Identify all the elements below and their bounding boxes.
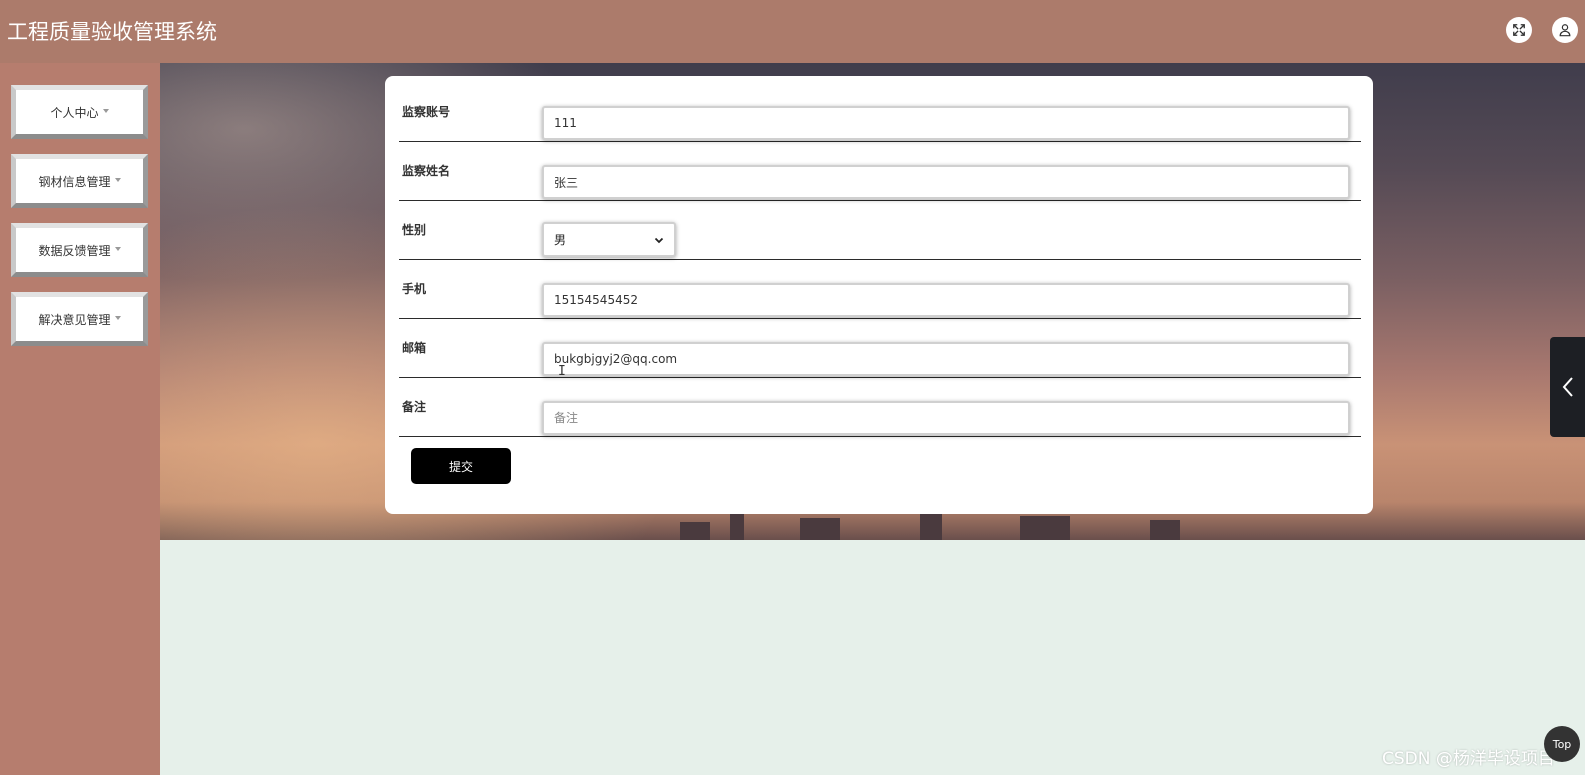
phone-input[interactable] — [542, 283, 1350, 317]
sidebar-item-solutions[interactable]: 解决意见管理 — [11, 292, 148, 346]
fullscreen-button[interactable] — [1506, 17, 1532, 43]
form-row-gender: 性别 男 — [399, 201, 1361, 260]
name-input[interactable] — [542, 165, 1350, 199]
skyline-building — [800, 518, 840, 540]
remarks-label: 备注 — [402, 400, 427, 414]
gender-select-value: 男 — [554, 233, 567, 247]
sidebar-item-label: 解决意见管理 — [38, 312, 111, 327]
skyline-building — [730, 514, 744, 540]
caret-down-icon — [102, 109, 109, 113]
account-label: 监察账号 — [402, 105, 451, 119]
skyline-building — [680, 522, 710, 540]
skyline-building — [1020, 516, 1070, 540]
name-label: 监察姓名 — [402, 164, 451, 178]
side-panel-toggle[interactable] — [1550, 337, 1585, 437]
sidebar-item-label: 个人中心 — [50, 105, 99, 120]
user-icon — [1559, 24, 1571, 37]
skyline-building — [920, 512, 942, 540]
user-button[interactable] — [1552, 17, 1578, 43]
sidebar: 个人中心 钢材信息管理 数据反馈管理 解决意见管理 — [0, 63, 160, 775]
app-header: 工程质量验收管理系统 — [0, 0, 1585, 63]
caret-down-icon — [114, 178, 121, 182]
form-row-phone: 手机 — [399, 260, 1361, 319]
app-title: 工程质量验收管理系统 — [7, 20, 217, 44]
gender-label: 性别 — [402, 223, 427, 237]
gender-select[interactable]: 男 — [542, 222, 676, 257]
skyline-building — [1150, 520, 1180, 540]
text-cursor-icon: I — [558, 364, 566, 379]
email-input[interactable] — [542, 342, 1350, 376]
caret-down-icon — [114, 316, 121, 320]
watermark: CSDN @杨洋毕设项目 — [1382, 749, 1555, 769]
form-row-email: 邮箱 — [399, 319, 1361, 378]
caret-down-icon — [114, 247, 121, 251]
sidebar-item-label: 钢材信息管理 — [38, 174, 111, 189]
sidebar-item-data-feedback[interactable]: 数据反馈管理 — [11, 223, 148, 277]
expand-icon — [1513, 24, 1525, 36]
back-to-top-button[interactable]: Top — [1544, 726, 1580, 762]
email-label: 邮箱 — [402, 341, 427, 355]
sidebar-item-personal-center[interactable]: 个人中心 — [11, 85, 148, 139]
form-row-account: 监察账号 — [399, 83, 1361, 142]
sidebar-item-label: 数据反馈管理 — [38, 243, 111, 258]
sidebar-item-steel-info[interactable]: 钢材信息管理 — [11, 154, 148, 208]
form-row-remarks: 备注 — [399, 378, 1361, 437]
account-input[interactable] — [542, 106, 1350, 140]
chevron-down-icon — [654, 237, 664, 243]
remarks-input[interactable] — [542, 401, 1350, 435]
submit-button[interactable]: 提交 — [411, 448, 511, 484]
phone-label: 手机 — [402, 282, 427, 296]
profile-form: 监察账号 监察姓名 性别 男 手机 邮箱 备注 提交 — [385, 76, 1373, 514]
form-row-name: 监察姓名 — [399, 142, 1361, 201]
chevron-left-icon — [1562, 377, 1573, 397]
